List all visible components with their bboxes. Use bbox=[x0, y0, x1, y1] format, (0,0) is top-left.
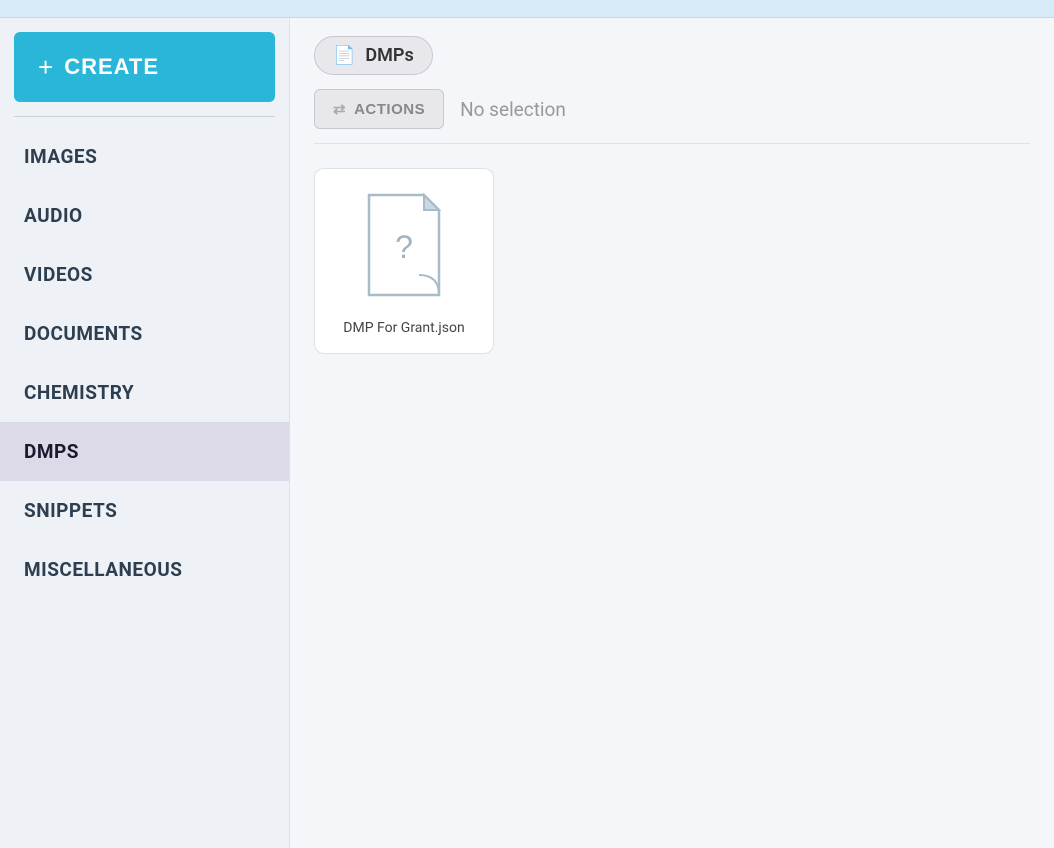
main-layout: + CREATE IMAGESAUDIOVIDEOSDOCUMENTSCHEMI… bbox=[0, 18, 1054, 848]
file-icon: ? bbox=[359, 190, 449, 300]
sidebar-divider bbox=[14, 116, 275, 117]
actions-icon: ⇄ bbox=[333, 100, 346, 118]
top-bar bbox=[0, 0, 1054, 18]
sidebar-item-dmps[interactable]: DMPS bbox=[0, 422, 289, 481]
create-label: CREATE bbox=[64, 54, 159, 80]
file-name: DMP For Grant.json bbox=[343, 319, 464, 337]
dmps-tab-label: DMPs bbox=[365, 45, 413, 66]
svg-text:?: ? bbox=[395, 229, 413, 265]
file-grid: ? DMP For Grant.json bbox=[314, 168, 1030, 354]
actions-label: ACTIONS bbox=[354, 101, 425, 118]
sidebar-item-videos[interactable]: VIDEOS bbox=[0, 245, 289, 304]
actions-bar: ⇄ ACTIONS No selection bbox=[314, 89, 1030, 144]
main-content: 📄 DMPs ⇄ ACTIONS No selection bbox=[290, 18, 1054, 848]
sidebar-item-chemistry[interactable]: CHEMISTRY bbox=[0, 363, 289, 422]
sidebar-nav: IMAGESAUDIOVIDEOSDOCUMENTSCHEMISTRYDMPSS… bbox=[0, 127, 289, 848]
sidebar-item-miscellaneous[interactable]: MISCELLANEOUS bbox=[0, 540, 289, 599]
sidebar: + CREATE IMAGESAUDIOVIDEOSDOCUMENTSCHEMI… bbox=[0, 18, 290, 848]
document-icon: 📄 bbox=[333, 45, 355, 66]
file-card-dmp-grant[interactable]: ? DMP For Grant.json bbox=[314, 168, 494, 354]
dmps-tab[interactable]: 📄 DMPs bbox=[314, 36, 433, 75]
no-selection-text: No selection bbox=[460, 98, 566, 121]
plus-icon: + bbox=[38, 54, 54, 80]
sidebar-item-images[interactable]: IMAGES bbox=[0, 127, 289, 186]
create-button[interactable]: + CREATE bbox=[14, 32, 275, 102]
content-area: ? DMP For Grant.json bbox=[290, 144, 1054, 848]
sidebar-item-documents[interactable]: DOCUMENTS bbox=[0, 304, 289, 363]
content-header: 📄 DMPs ⇄ ACTIONS No selection bbox=[290, 18, 1054, 144]
file-icon-container: ? bbox=[354, 185, 454, 305]
sidebar-item-audio[interactable]: AUDIO bbox=[0, 186, 289, 245]
sidebar-item-snippets[interactable]: SNIPPETS bbox=[0, 481, 289, 540]
actions-button[interactable]: ⇄ ACTIONS bbox=[314, 89, 444, 129]
